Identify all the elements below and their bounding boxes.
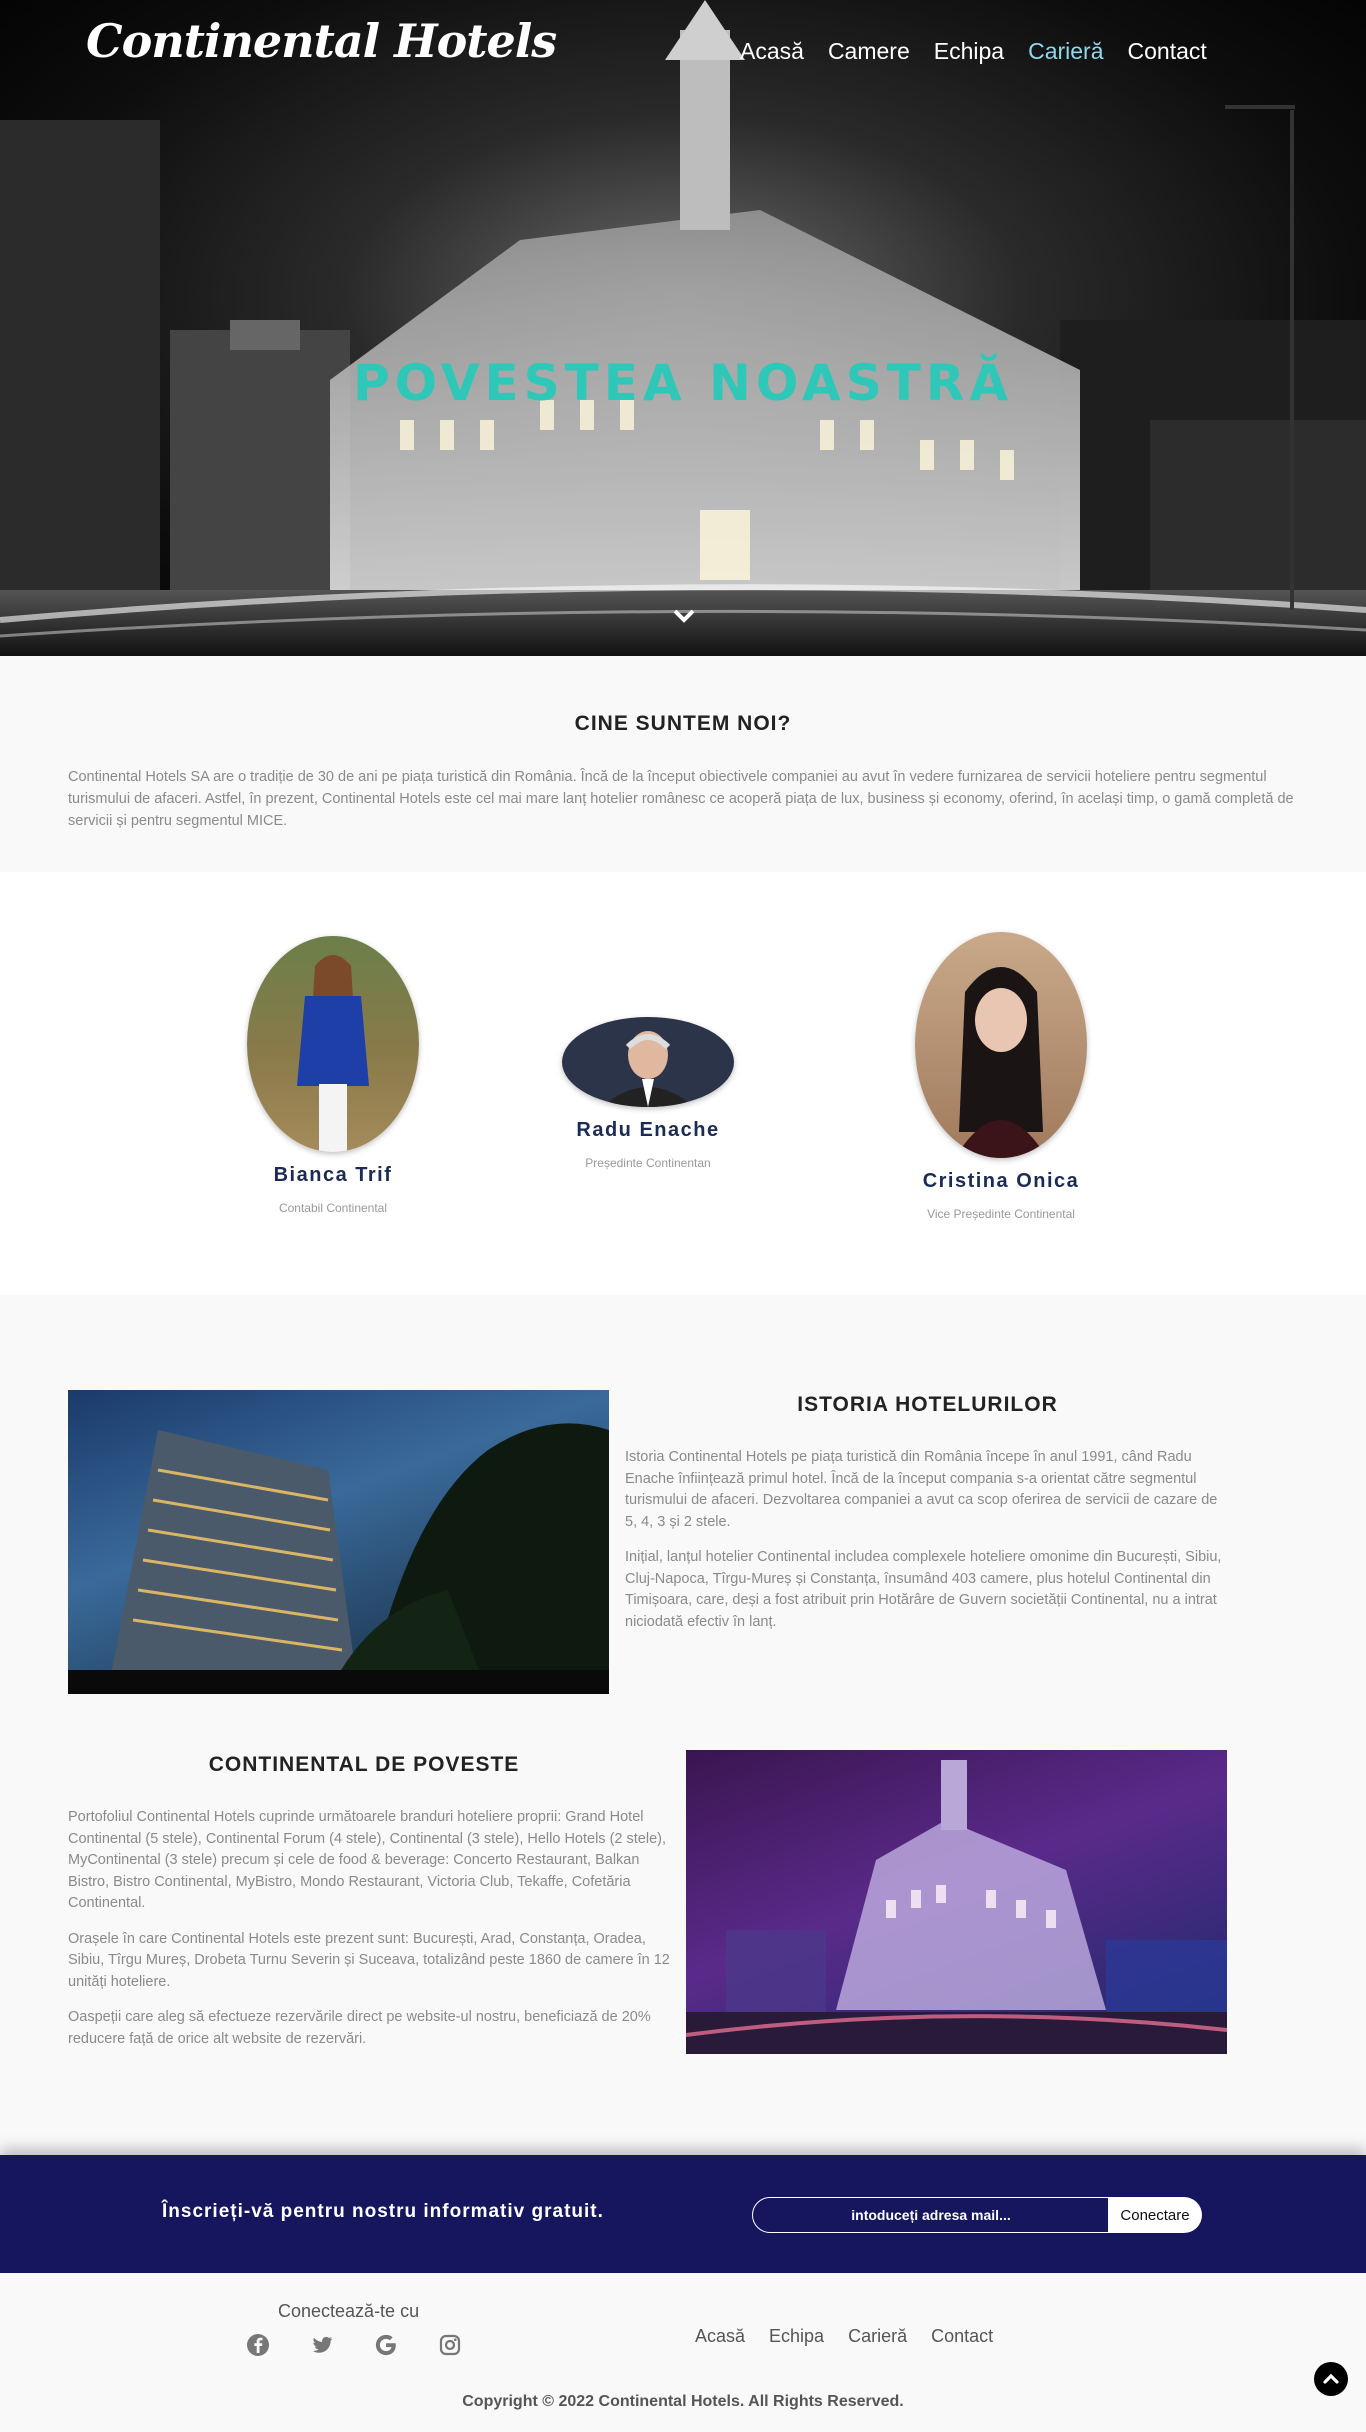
history-title: ISTORIA HOTELURILOR: [797, 1393, 1058, 1416]
chevron-down-icon[interactable]: [672, 604, 696, 628]
hero-title: POVESTEA NOASTRĂ: [352, 354, 1014, 412]
newsletter-section: Înscrieți-vă pentru nostru informativ gr…: [0, 2155, 1366, 2273]
google-icon[interactable]: [374, 2333, 398, 2357]
story-text-block: CONTINENTAL DE POVESTE Portofoliul Conti…: [68, 1753, 670, 2064]
team-member-card: Cristina Onica Vice Președinte Continent…: [901, 932, 1101, 1221]
about-title: CINE SUNTEM NOI?: [574, 712, 792, 735]
story-paragraph: Portofoliul Continental Hotels cuprinde …: [68, 1809, 666, 1911]
nav-item-cariera[interactable]: Carieră: [1028, 38, 1103, 65]
story-paragraph: Orașele în care Continental Hotels este …: [68, 1930, 670, 1990]
nav-item-acasa[interactable]: Acasă: [740, 38, 804, 65]
footer-nav-echipa[interactable]: Echipa: [769, 2326, 824, 2347]
social-links: [246, 2333, 462, 2357]
team-member-photo: [915, 932, 1087, 1158]
team-member-role: Contabil Continental: [278, 1201, 388, 1215]
chevron-up-icon: [1323, 2373, 1339, 2384]
newsletter-submit-button[interactable]: Conectare: [1108, 2197, 1202, 2233]
story-paragraph: Oaspeții care aleg să efectueze rezervăr…: [68, 2009, 651, 2047]
nav-item-contact[interactable]: Contact: [1128, 38, 1207, 65]
instagram-icon[interactable]: [438, 2333, 462, 2357]
nav-item-echipa[interactable]: Echipa: [934, 38, 1004, 65]
facebook-icon[interactable]: [246, 2333, 270, 2357]
copyright-text: Copyright © 2022 Continental Hotels. All…: [462, 2393, 904, 2410]
main-nav: Acasă Camere Echipa Carieră Contact: [740, 38, 1231, 65]
site-footer: Conectează-te cu Acasă Echipa Carieră Co…: [0, 2273, 1366, 2432]
newsletter-label: Înscrieți-vă pentru nostru informativ gr…: [162, 2201, 604, 2222]
team-member-card: Bianca Trif Contabil Continental: [233, 936, 433, 1215]
nav-item-camere[interactable]: Camere: [828, 38, 910, 65]
footer-nav-contact[interactable]: Contact: [931, 2326, 993, 2347]
team-member-card: Radu Enache Președinte Continentan: [548, 1017, 748, 1170]
story-title: CONTINENTAL DE POVESTE: [208, 1753, 520, 1776]
team-member-name: Bianca Trif: [273, 1164, 393, 1186]
team-member-photo: [562, 1017, 734, 1107]
about-section: CINE SUNTEM NOI? Continental Hotels SA a…: [0, 656, 1366, 872]
twitter-icon[interactable]: [310, 2333, 334, 2357]
footer-nav-cariera[interactable]: Carieră: [848, 2326, 907, 2347]
team-member-role: Vice Președinte Continental: [927, 1207, 1075, 1221]
site-logo[interactable]: Continental Hotels: [86, 14, 557, 68]
team-member-role: Președinte Continentan: [585, 1156, 711, 1170]
history-paragraph: Inițial, lanțul hotelier Continental inc…: [625, 1549, 1222, 1630]
history-text-block: ISTORIA HOTELURILOR Istoria Continental …: [625, 1393, 1230, 1647]
team-section: Bianca Trif Contabil Continental Radu En…: [0, 872, 1366, 1295]
newsletter-email-input[interactable]: [752, 2197, 1110, 2233]
history-section: ISTORIA HOTELURILOR Istoria Continental …: [0, 1295, 1366, 2155]
footer-nav-acasa[interactable]: Acasă: [695, 2326, 745, 2347]
hero-background-image: [0, 0, 1366, 656]
team-member-photo: [247, 936, 419, 1152]
hero-section: Continental Hotels Acasă Camere Echipa C…: [0, 0, 1366, 656]
back-to-top-button[interactable]: [1314, 2362, 1348, 2396]
footer-nav: Acasă Echipa Carieră Contact: [695, 2326, 1017, 2347]
team-member-name: Radu Enache: [576, 1119, 720, 1141]
history-paragraph: Istoria Continental Hotels pe piața turi…: [625, 1449, 1218, 1530]
about-text: Continental Hotels SA are o tradiție de …: [68, 769, 1294, 829]
hotel-night-image: [686, 1750, 1227, 2054]
hotel-tower-image: [68, 1390, 609, 1694]
connect-label: Conectează-te cu: [278, 2301, 420, 2321]
team-member-name: Cristina Onica: [922, 1170, 1080, 1192]
